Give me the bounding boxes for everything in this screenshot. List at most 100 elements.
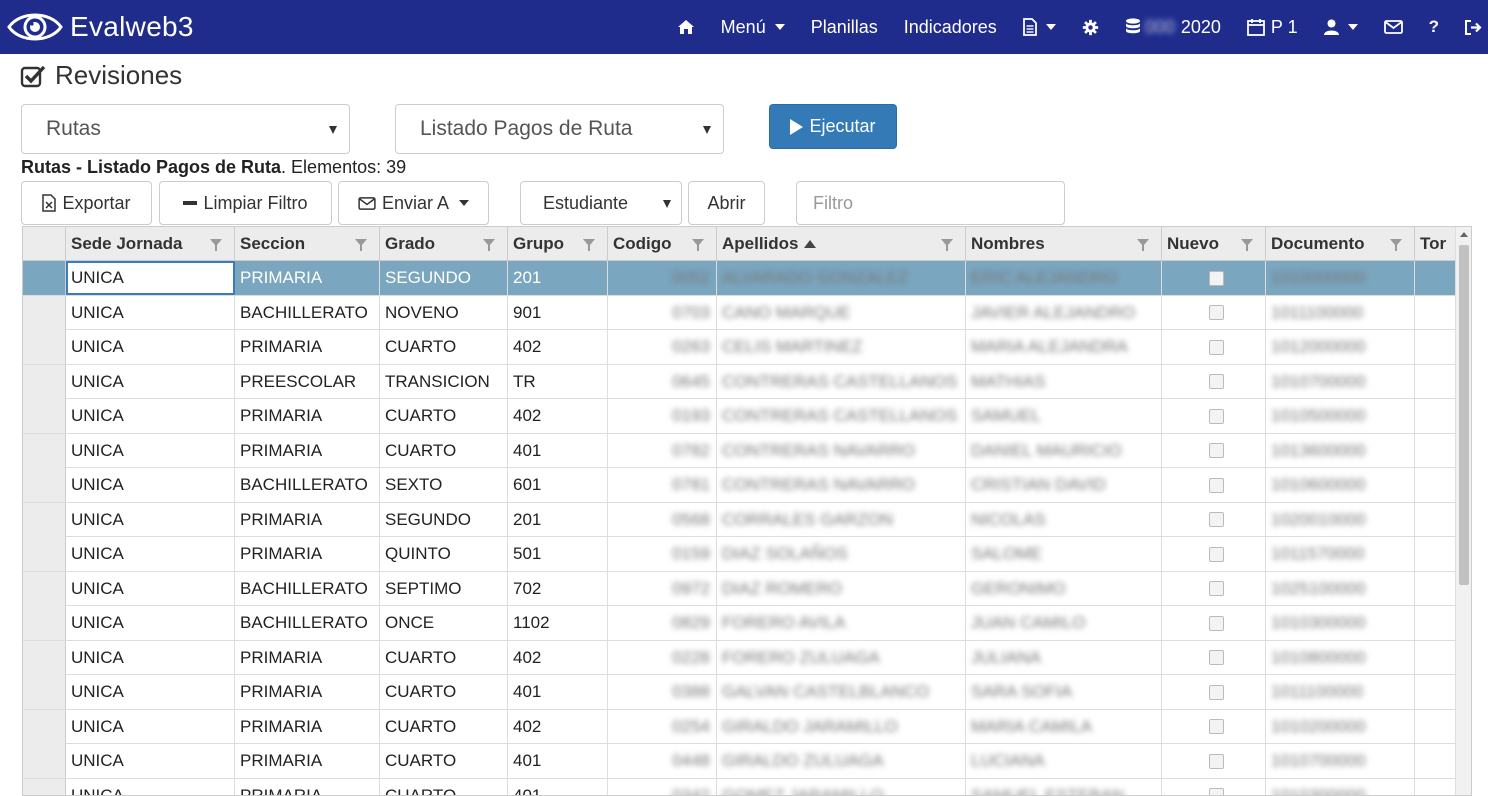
cell-nuevo[interactable] <box>1162 502 1266 537</box>
cell-seccion[interactable]: BACHILLERATO <box>235 295 380 330</box>
cell-grado[interactable]: CUARTO <box>380 709 508 744</box>
cell-nombres[interactable]: SAMUEL ESTEBAN <box>966 778 1162 795</box>
cell-grupo[interactable]: 401 <box>508 778 608 795</box>
cell-sedeJornada[interactable]: UNICA <box>66 537 235 571</box>
cell-documento[interactable]: 1010500000 <box>1266 399 1415 433</box>
cell-nuevo[interactable] <box>1162 606 1266 640</box>
report-category-select[interactable]: Rutas <box>21 104 350 154</box>
table-row[interactable]: UNICA PRIMARIA CUARTO 401 0342 GOMEZ JARAMILL… <box>23 778 1471 795</box>
cell-grupo[interactable]: 402 <box>508 399 608 433</box>
scroll-up-icon[interactable] <box>1460 232 1468 237</box>
cell-codigo[interactable]: 0448 <box>608 744 717 778</box>
cell-nuevo[interactable] <box>1162 778 1266 795</box>
cell-grupo[interactable]: 402 <box>508 709 608 744</box>
nuevo-checkbox[interactable] <box>1208 512 1224 527</box>
row-header[interactable] <box>23 502 66 537</box>
cell-documento[interactable]: 1010600000 <box>1266 468 1415 502</box>
cell-grado[interactable]: SEPTIMO <box>380 571 508 606</box>
cell-documento[interactable]: 1010700000 <box>1266 744 1415 778</box>
cell-grupo[interactable]: 601 <box>508 468 608 502</box>
cell-grado[interactable]: CUARTO <box>380 330 508 364</box>
menu-dropdown[interactable]: Menú <box>708 0 798 54</box>
send-to-dropdown[interactable]: Enviar A <box>338 181 489 225</box>
brand[interactable]: Evalweb3 <box>6 7 194 47</box>
cell-apellidos[interactable]: GIRALDO ZULUAGA <box>717 744 966 778</box>
cell-documento[interactable]: 1010200000 <box>1266 709 1415 744</box>
cell-sedeJornada[interactable]: UNICA <box>66 502 235 537</box>
cell-apellidos[interactable]: CELIS MARTINEZ <box>717 330 966 364</box>
nuevo-checkbox[interactable] <box>1208 684 1224 700</box>
cell-seccion[interactable]: PRIMARIA <box>235 261 380 295</box>
cell-nombres[interactable]: MARIA ALEJANDRA <box>966 330 1162 364</box>
cell-grado[interactable]: NOVENO <box>380 295 508 330</box>
cell-grupo[interactable]: 702 <box>508 571 608 606</box>
table-row[interactable]: UNICA BACHILLERATO NOVENO 901 0703 CANO MARQU… <box>23 295 1471 330</box>
nuevo-checkbox[interactable] <box>1208 339 1224 355</box>
cell-sedeJornada[interactable]: UNICA <box>66 744 235 778</box>
table-row[interactable]: UNICA PRIMARIA CUARTO 401 0388 GALVAN CASTELB… <box>23 675 1471 710</box>
cell-sedeJornada[interactable]: UNICA <box>66 640 235 675</box>
cell-codigo[interactable]: 0645 <box>608 364 717 399</box>
cell-codigo[interactable]: 0703 <box>608 295 717 330</box>
nuevo-checkbox[interactable] <box>1208 305 1224 320</box>
cell-nuevo[interactable] <box>1162 399 1266 433</box>
cell-codigo[interactable]: 0193 <box>608 399 717 433</box>
column-header-grado[interactable]: Grado <box>380 227 508 261</box>
cell-apellidos[interactable]: DIAZ ROMERO <box>717 571 966 606</box>
clear-filter-button[interactable]: Limpiar Filtro <box>159 181 332 225</box>
home-button[interactable] <box>664 0 708 54</box>
row-header[interactable] <box>23 399 66 433</box>
cell-nombres[interactable]: JAVIER ALEJANDRO <box>966 295 1162 330</box>
table-row[interactable]: UNICA BACHILLERATO SEXTO 601 0781 CONTRERAS N… <box>23 468 1471 503</box>
nuevo-checkbox[interactable] <box>1208 788 1224 795</box>
row-header[interactable] <box>23 537 66 571</box>
cell-codigo[interactable]: 0228 <box>608 640 717 675</box>
cell-apellidos[interactable]: ALVARADO GONZALEZ <box>717 261 966 295</box>
cell-codigo[interactable]: 0388 <box>608 675 717 709</box>
cell-nuevo[interactable] <box>1162 295 1266 330</box>
cell-documento[interactable]: 1011570000 <box>1266 537 1415 571</box>
cell-seccion[interactable]: PRIMARIA <box>235 537 380 571</box>
filter-input[interactable]: Filtro <box>796 181 1065 225</box>
scroll-thumb[interactable] <box>1459 245 1469 585</box>
cell-seccion[interactable]: PRIMARIA <box>235 502 380 537</box>
row-header[interactable] <box>23 675 66 709</box>
cell-grupo[interactable]: 901 <box>508 295 608 330</box>
cell-nombres[interactable]: LUCIANA <box>966 744 1162 778</box>
row-header[interactable] <box>23 744 66 778</box>
cell-seccion[interactable]: BACHILLERATO <box>235 468 380 502</box>
nuevo-checkbox[interactable] <box>1208 581 1224 596</box>
cell-nuevo[interactable] <box>1162 433 1266 468</box>
cell-seccion[interactable]: BACHILLERATO <box>235 606 380 640</box>
cell-nombres[interactable]: SAMUEL <box>966 399 1162 433</box>
cell-documento[interactable]: 1010800000 <box>1266 640 1415 675</box>
cell-apellidos[interactable]: DIAZ SOLAÑOS <box>717 537 966 571</box>
cell-documento[interactable]: 1010000000 <box>1266 261 1415 295</box>
cell-nuevo[interactable] <box>1162 709 1266 744</box>
cell-nuevo[interactable] <box>1162 364 1266 399</box>
cell-seccion[interactable]: PRIMARIA <box>235 709 380 744</box>
cell-nuevo[interactable] <box>1162 261 1266 295</box>
cell-grado[interactable]: CUARTO <box>380 744 508 778</box>
cell-sedeJornada[interactable]: UNICA <box>66 330 235 364</box>
cell-apellidos[interactable]: GIRALDO JARAMILLO <box>717 709 966 744</box>
cell-documento[interactable]: 1013600000 <box>1266 433 1415 468</box>
cell-nombres[interactable]: SARA SOFIA <box>966 675 1162 709</box>
cell-nombres[interactable]: SALOME <box>966 537 1162 571</box>
cell-grupo[interactable]: 1102 <box>508 606 608 640</box>
column-header-apellidos[interactable]: Apellidos <box>717 227 966 261</box>
table-row[interactable]: UNICA PRIMARIA CUARTO 401 0782 CONTRERAS NAVA… <box>23 433 1471 468</box>
column-header-nombres[interactable]: Nombres <box>966 227 1162 261</box>
cell-grado[interactable]: TRANSICION <box>380 364 508 399</box>
period-selector[interactable]: P 1 <box>1234 0 1311 54</box>
row-header[interactable] <box>23 468 66 502</box>
nuevo-checkbox[interactable] <box>1208 408 1224 424</box>
cell-apellidos[interactable]: CONTRERAS CASTELLANOS <box>717 364 966 399</box>
cell-nombres[interactable]: ERIC ALEJANDRO <box>966 261 1162 295</box>
cell-codigo[interactable]: 0568 <box>608 502 717 537</box>
row-header[interactable] <box>23 606 66 640</box>
row-header[interactable] <box>23 778 66 795</box>
cell-grupo[interactable]: 401 <box>508 675 608 709</box>
messages-button[interactable] <box>1371 0 1416 54</box>
cell-grado[interactable]: SEGUNDO <box>380 261 508 295</box>
